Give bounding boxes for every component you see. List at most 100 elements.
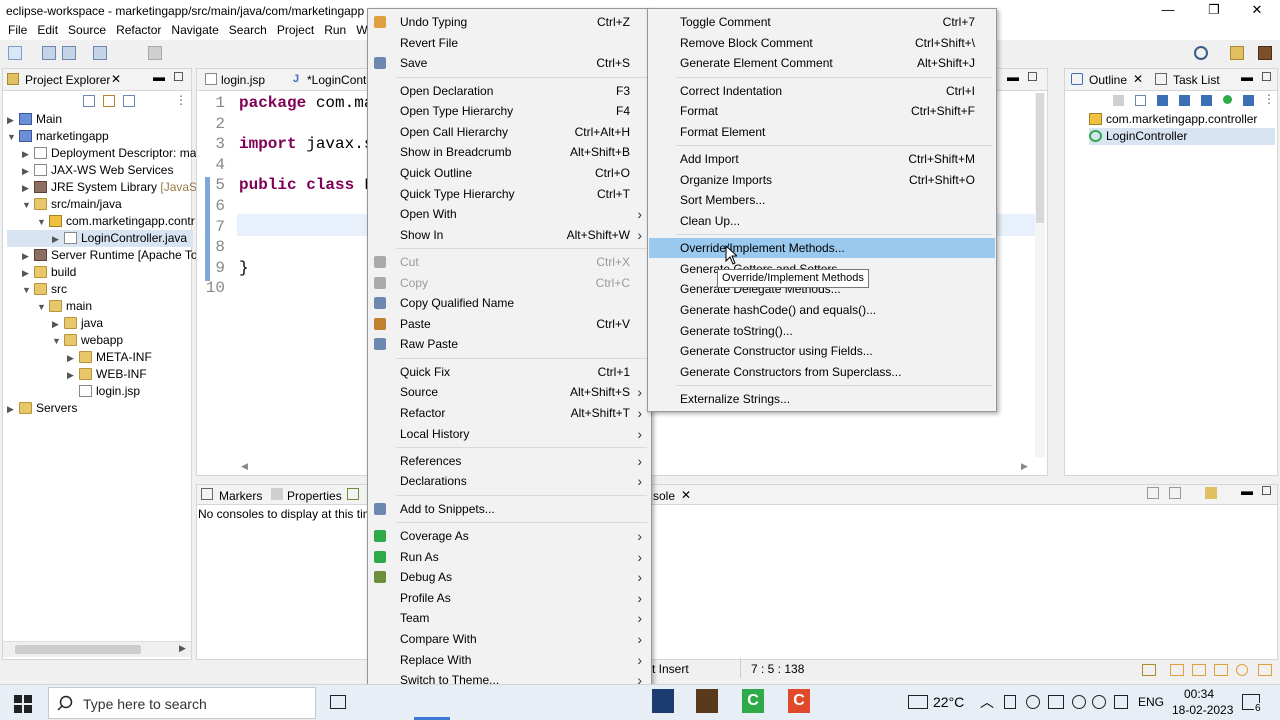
minimize-view-icon[interactable]: ▬ [153,70,165,84]
menu-item-debug-as[interactable]: Debug As › [369,567,650,587]
app-icon[interactable] [696,689,718,713]
save-all-icon[interactable] [62,46,76,60]
tree-item[interactable]: ▼ webapp [7,332,193,349]
menu-project[interactable]: Project [277,22,314,37]
tree-item[interactable]: ▶ build [7,264,193,281]
weather-icon[interactable] [908,695,928,709]
outline-item-class[interactable]: LoginController [1089,128,1275,145]
weather-temp[interactable]: 22°C [933,694,964,710]
tray-app-icon[interactable] [1004,695,1016,709]
menu-edit[interactable]: Edit [37,22,58,37]
close-icon[interactable]: ✕ [681,488,691,502]
menu-search[interactable]: Search [229,22,267,37]
menu-item-open-declaration[interactable]: Open Declaration F3 [369,81,650,101]
menu-item-compare-with[interactable]: Compare With › [369,629,650,649]
close-button[interactable]: ✕ [1234,0,1280,22]
menu-item-paste[interactable]: Paste Ctrl+V [369,314,650,334]
menu-item-replace-with[interactable]: Replace With › [369,650,650,670]
status-icon[interactable] [1142,664,1156,676]
chevron-right-icon[interactable]: ▶ [7,112,19,129]
menu-refactor[interactable]: Refactor [116,22,161,37]
task-view-icon[interactable] [330,695,346,709]
battery-icon[interactable] [1048,695,1064,709]
display-console-icon[interactable] [1169,487,1181,499]
windows-start-icon[interactable] [14,695,32,713]
help-icon[interactable] [1258,664,1272,676]
open-perspective-icon[interactable] [1230,46,1244,60]
filter-icon[interactable] [123,95,135,107]
menu-item-refactor[interactable]: Refactor Alt+Shift+T › [369,403,650,423]
maximize-editor-icon[interactable]: ☐ [1027,70,1038,84]
project-explorer-tab[interactable]: Project Explorer [25,73,110,87]
tree-item[interactable]: ▶ Main [7,111,193,128]
terminal-icon[interactable] [93,46,107,60]
menu-item-remove-block-comment[interactable]: Remove Block Comment Ctrl+Shift+\ [649,33,995,53]
menu-navigate[interactable]: Navigate [171,22,218,37]
hide-local-types-icon[interactable] [1223,95,1232,104]
camtasia-icon[interactable]: C [742,689,764,713]
maximize-button[interactable]: ❐ [1191,0,1237,22]
menu-item-quick-type-hierarchy[interactable]: Quick Type Hierarchy Ctrl+T [369,184,650,204]
menu-item-open-call-hierarchy[interactable]: Open Call Hierarchy Ctrl+Alt+H [369,122,650,142]
collapse-icon[interactable] [1135,95,1146,106]
menu-item-add-to-snippets[interactable]: Add to Snippets... [369,499,650,519]
chevron-right-icon[interactable]: ▶ [22,265,34,282]
menu-item-format-element[interactable]: Format Element [649,122,995,142]
pin-console-icon[interactable] [1147,487,1159,499]
menu-item-generate-constructor-using-fields[interactable]: Generate Constructor using Fields... [649,341,995,361]
menu-run[interactable]: Run [324,22,346,37]
close-icon[interactable]: ✕ [111,72,121,86]
menu-source[interactable]: Source [68,22,106,37]
menu-item-quick-outline[interactable]: Quick Outline Ctrl+O [369,163,650,183]
menu-item-raw-paste[interactable]: Raw Paste [369,334,650,354]
pen-icon[interactable] [1214,664,1228,676]
taskbar-search-box[interactable]: Type here to search [48,687,316,719]
vertical-scrollbar[interactable] [1035,93,1045,457]
chevron-right-icon[interactable]: ▶ [52,231,64,248]
chevron-down-icon[interactable]: ▼ [37,299,49,316]
network-icon[interactable] [1092,695,1106,709]
tree-item[interactable]: ▼ main [7,298,193,315]
view-menu-icon[interactable]: ⋮ [1263,92,1275,106]
menu-item-toggle-comment[interactable]: Toggle Comment Ctrl+7 [649,12,995,32]
menu-item-sort-members[interactable]: Sort Members... [649,190,995,210]
java-ee-perspective-icon[interactable] [1258,46,1272,60]
menu-item-generate-tostring[interactable]: Generate toString()... [649,321,995,341]
bookmark-icon[interactable] [1170,664,1184,676]
volume-icon[interactable] [1114,695,1128,709]
menu-item-generate-element-comment[interactable]: Generate Element Comment Alt+Shift+J [649,53,995,73]
maximize-view-icon[interactable]: ☐ [1261,70,1272,84]
menu-item-cut[interactable]: Cut Ctrl+X [369,252,650,272]
link-editor-icon[interactable] [103,95,115,107]
tree-item[interactable]: ▼ marketingapp [7,128,193,145]
maximize-view-icon[interactable]: ☐ [173,70,184,84]
onedrive-icon[interactable] [1072,695,1086,709]
tree-item[interactable]: ▶ Deployment Descriptor: ma [7,145,196,162]
collapse-all-icon[interactable] [83,95,95,107]
chevron-right-icon[interactable]: ▶ [22,180,34,197]
menu-item-clean-up[interactable]: Clean Up... [649,211,995,231]
book-icon[interactable] [1192,664,1206,676]
save-icon[interactable] [42,46,56,60]
tab-console[interactable]: sole [653,489,675,503]
menu-item-team[interactable]: Team › [369,608,650,628]
eclipse-app-icon[interactable] [652,689,674,713]
menu-item-declarations[interactable]: Declarations › [369,471,650,491]
menu-w[interactable]: W [356,22,367,37]
menu-item-correct-indentation[interactable]: Correct Indentation Ctrl+I [649,81,995,101]
menu-item-run-as[interactable]: Run As › [369,547,650,567]
chevron-down-icon[interactable]: ▼ [52,333,64,350]
clock-date[interactable]: 18-02-2023 [1172,703,1233,717]
menu-file[interactable]: File [8,22,27,37]
menu-item-open-with[interactable]: Open With › [369,204,650,224]
tab-task-list[interactable]: Task List [1173,73,1220,87]
code-area[interactable]: package com.ma import javax.s public cla… [239,93,373,278]
resume-icon[interactable] [148,46,162,60]
menu-item-references[interactable]: References › [369,451,650,471]
tree-item[interactable]: ▶ JAX-WS Web Services [7,162,193,179]
tree-item[interactable]: login.jsp [7,383,193,400]
tree-item[interactable]: ▶ WEB-INF [7,366,193,383]
menu-item-source[interactable]: Source Alt+Shift+S › [369,382,650,402]
menu-item-externalize-strings[interactable]: Externalize Strings... [649,389,995,409]
open-console-icon[interactable] [1205,487,1217,499]
